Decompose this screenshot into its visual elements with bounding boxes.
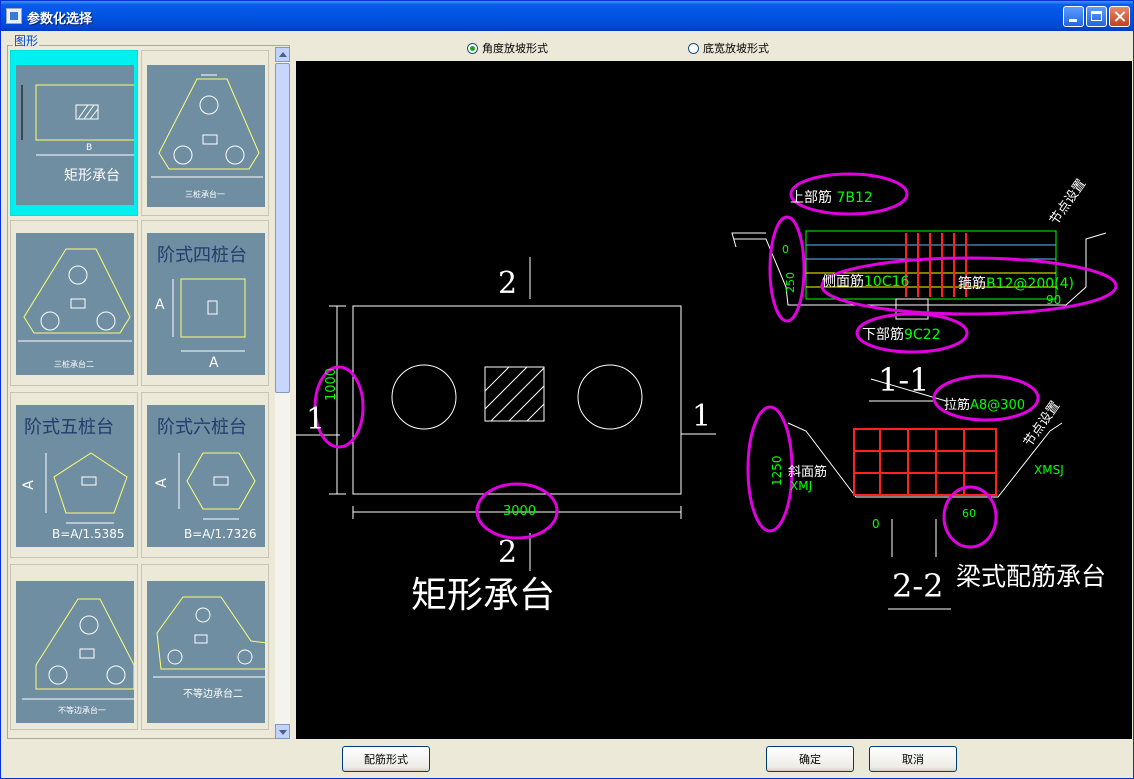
section-mark-right: 1 — [692, 399, 712, 434]
stirrup-value: B12@200(4) — [986, 276, 1074, 292]
shape-item-step-six-pile[interactable]: 阶式六桩台 A B=A/1.7326 — [141, 392, 269, 558]
section-22-title: 2-2 — [892, 567, 944, 605]
group-label: 图形 — [13, 32, 40, 49]
dim-angle-label: 90 — [1046, 293, 1062, 307]
dim-left-label: 250 — [784, 272, 797, 293]
shape-item-unequal-2[interactable]: 不等边承台二 — [141, 564, 269, 730]
shape-item-step-five-pile[interactable]: 阶式五桩台 A B=A/1.5385 — [10, 392, 138, 558]
radio-width-slope[interactable]: 底宽放坡形式 — [688, 40, 769, 56]
dim-2-right-label: 60 — [962, 507, 976, 520]
radio-checked-icon[interactable] — [467, 42, 478, 54]
plan-view — [296, 257, 716, 571]
radio-unchecked-icon[interactable] — [688, 42, 699, 54]
shape-item-rect-cap[interactable]: B 矩形承台 — [10, 50, 138, 216]
slope-right-value: XMSJ — [1034, 463, 1064, 477]
scroll-up-arrow-icon[interactable] — [275, 47, 290, 62]
window-title: 参数化选择 — [27, 12, 93, 27]
dim-a-label: A — [153, 478, 170, 488]
stirrup-callout: 箍筋B12@200(4) — [958, 273, 1074, 293]
shape-item-three-pile-2[interactable]: 三桩承台二 — [10, 220, 138, 386]
side-rebar-callout: 侧面筋10C16 — [822, 271, 909, 291]
close-icon[interactable] — [1109, 6, 1130, 27]
tie-label: 拉筋 — [944, 398, 971, 413]
shape-item-three-pile-1[interactable]: 三桩承台一 — [141, 50, 269, 216]
bottom-rebar-callout: 下部筋9C22 — [862, 324, 941, 344]
gallery-scrollbar[interactable] — [275, 47, 290, 739]
shape-thumbnail: 阶式五桩台 A B=A/1.5385 — [16, 405, 134, 547]
dim-2-bottom-label: 0 — [872, 517, 880, 531]
radio-width-label: 底宽放坡形式 — [703, 42, 769, 55]
shape-formula: B=A/1.7326 — [184, 527, 257, 541]
shape-thumbnail: 三桩承台二 — [16, 233, 134, 375]
slope-left-value: XMJ — [790, 479, 813, 493]
section-11-title: 1-1 — [878, 361, 930, 399]
slope-option-group: 角度放坡形式 底宽放坡形式 — [297, 36, 1133, 58]
section-22-caption: 梁式配筋承台 — [956, 562, 1107, 591]
shape-gallery: B 矩形承台 三桩承台一 三桩承台二 阶式四桩台 A A 阶式五桩台 A B=A… — [7, 45, 290, 739]
ok-button[interactable]: 确定 — [766, 746, 854, 772]
side-rebar-value: 10C16 — [864, 274, 910, 290]
shape-label: 不等边承台一 — [58, 706, 106, 715]
rebar-form-button[interactable]: 配筋形式 — [342, 746, 430, 772]
dim-a-label: A — [155, 297, 165, 313]
tie-value: A8@300 — [970, 398, 1025, 413]
title-bar[interactable]: 参数化选择 — [1, 1, 1133, 31]
dim-a-label: A — [20, 480, 37, 490]
bottom-rebar-label: 下部筋 — [862, 327, 904, 343]
top-rebar-value: 7B12 — [836, 190, 873, 206]
shape-thumbnail: 三桩承台一 — [147, 65, 265, 207]
shape-item-step-four-pile[interactable]: 阶式四桩台 A A — [141, 220, 269, 386]
cancel-button[interactable]: 取消 — [869, 746, 957, 772]
dim-2-left-label: 1250 — [770, 455, 784, 486]
maximize-icon[interactable] — [1086, 6, 1107, 27]
shape-label: 三桩承台二 — [54, 360, 94, 369]
shape-formula: B=A/1.5385 — [52, 527, 125, 541]
shape-label: 矩形承台 — [64, 168, 120, 184]
preview-canvas: 2 2 1 1 3000 1000 矩形承台 上部筋 7B12 侧面筋10C16… — [296, 61, 1132, 739]
top-rebar-callout: 上部筋 7B12 — [790, 187, 873, 207]
radio-angle-slope[interactable]: 角度放坡形式 — [467, 40, 548, 56]
dim-width-label: 3000 — [503, 504, 537, 519]
dim-b-label: B — [86, 143, 93, 153]
shape-thumbnail: 阶式四桩台 A A — [147, 233, 265, 375]
dim-height-label: 1000 — [324, 367, 339, 401]
plan-caption: 矩形承台 — [411, 575, 556, 616]
tie-callout: 拉筋A8@300 — [944, 394, 1025, 413]
dim-left-top-label: 0 — [782, 243, 789, 256]
shape-item-unequal-1[interactable]: 不等边承台一 — [10, 564, 138, 730]
bottom-rebar-value: 9C22 — [904, 327, 941, 343]
scrollbar-thumb[interactable] — [275, 63, 290, 393]
app-icon — [6, 8, 22, 24]
scroll-down-arrow-icon[interactable] — [275, 724, 290, 739]
dim-a-label-2: A — [209, 355, 219, 371]
dialog-window: 参数化选择 B 矩形承台 三桩承台一 三桩承台二 阶式四桩台 A A 阶式五桩台… — [0, 0, 1134, 779]
shape-thumbnail: 阶式六桩台 A B=A/1.7326 — [147, 405, 265, 547]
slope-rebar-label: 斜面筋 — [788, 465, 828, 480]
section-mark-bottom: 2 — [498, 535, 518, 570]
section-mark-left: 1 — [306, 402, 326, 437]
radio-angle-label: 角度放坡形式 — [482, 42, 548, 55]
shape-thumbnail: 不等边承台二 — [147, 581, 265, 723]
shape-thumbnail: B 矩形承台 — [16, 65, 134, 205]
shape-label: 不等边承台二 — [183, 689, 243, 700]
side-rebar-label: 侧面筋 — [822, 274, 864, 290]
shape-label: 三桩承台一 — [185, 190, 225, 199]
shape-thumbnail: 不等边承台一 — [16, 581, 134, 723]
minimize-icon[interactable] — [1063, 6, 1084, 27]
top-rebar-label: 上部筋 — [790, 190, 832, 206]
stirrup-label: 箍筋 — [958, 276, 986, 292]
section-mark-top: 2 — [498, 266, 518, 301]
